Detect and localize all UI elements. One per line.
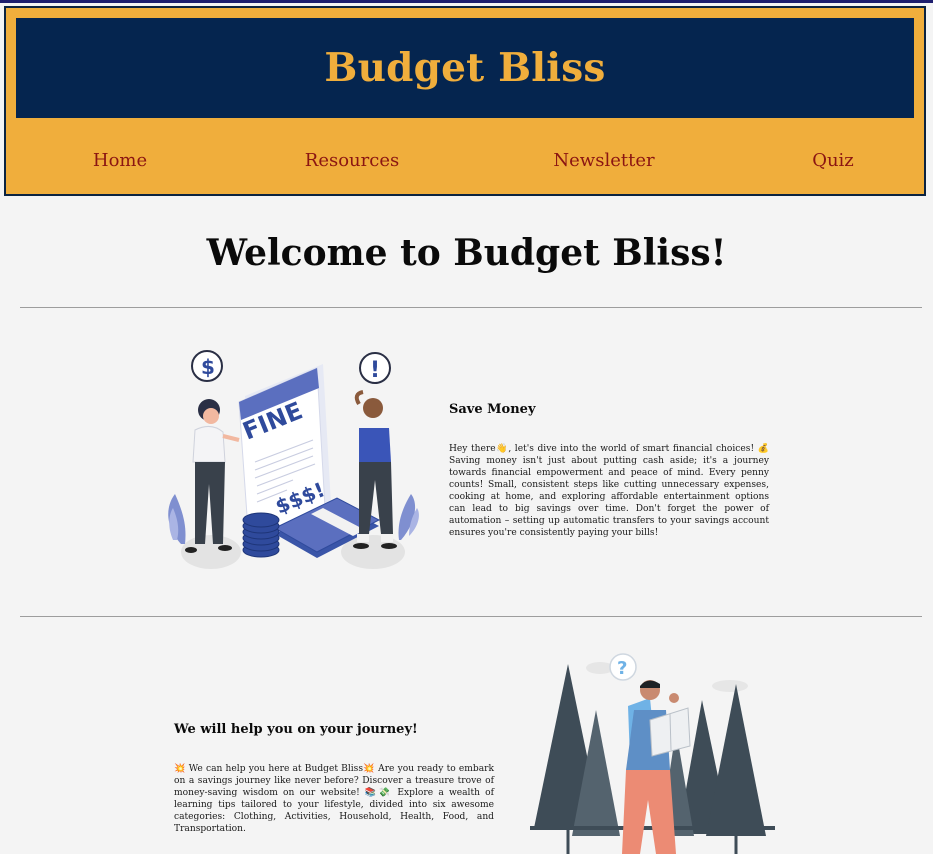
nav-link-quiz[interactable]: Quiz: [812, 150, 854, 171]
question-bubble-label: ?: [617, 658, 627, 679]
divider: [20, 616, 922, 617]
title-banner: Budget Bliss: [16, 18, 914, 118]
hiker-map-forest-illustration: ?: [530, 653, 775, 854]
section-text-journey: 💥 We can help you here at Budget Bliss💥 …: [174, 764, 494, 834]
nav-link-newsletter[interactable]: Newsletter: [553, 150, 654, 171]
section-text-save-money: Hey there👋, let's dive into the world of…: [449, 444, 769, 538]
welcome-heading: Welcome to Budget Bliss!: [206, 232, 727, 274]
dollar-bubble-label: $: [201, 355, 215, 379]
main-nav: Home Resources Newsletter Quiz: [6, 150, 924, 176]
top-border-line: [0, 0, 933, 3]
site-header: Budget Bliss Home Resources Newsletter Q…: [4, 6, 926, 196]
site-title: Budget Bliss: [324, 45, 606, 91]
section-title-journey: We will help you on your journey!: [174, 722, 418, 737]
nav-link-resources[interactable]: Resources: [305, 150, 399, 171]
fine-payment-illustration: FINE $$$! $ !: [168, 350, 419, 569]
divider: [20, 307, 922, 308]
nav-link-home[interactable]: Home: [93, 150, 147, 171]
alert-bubble-label: !: [370, 358, 380, 383]
section-title-save-money: Save Money: [449, 402, 536, 417]
